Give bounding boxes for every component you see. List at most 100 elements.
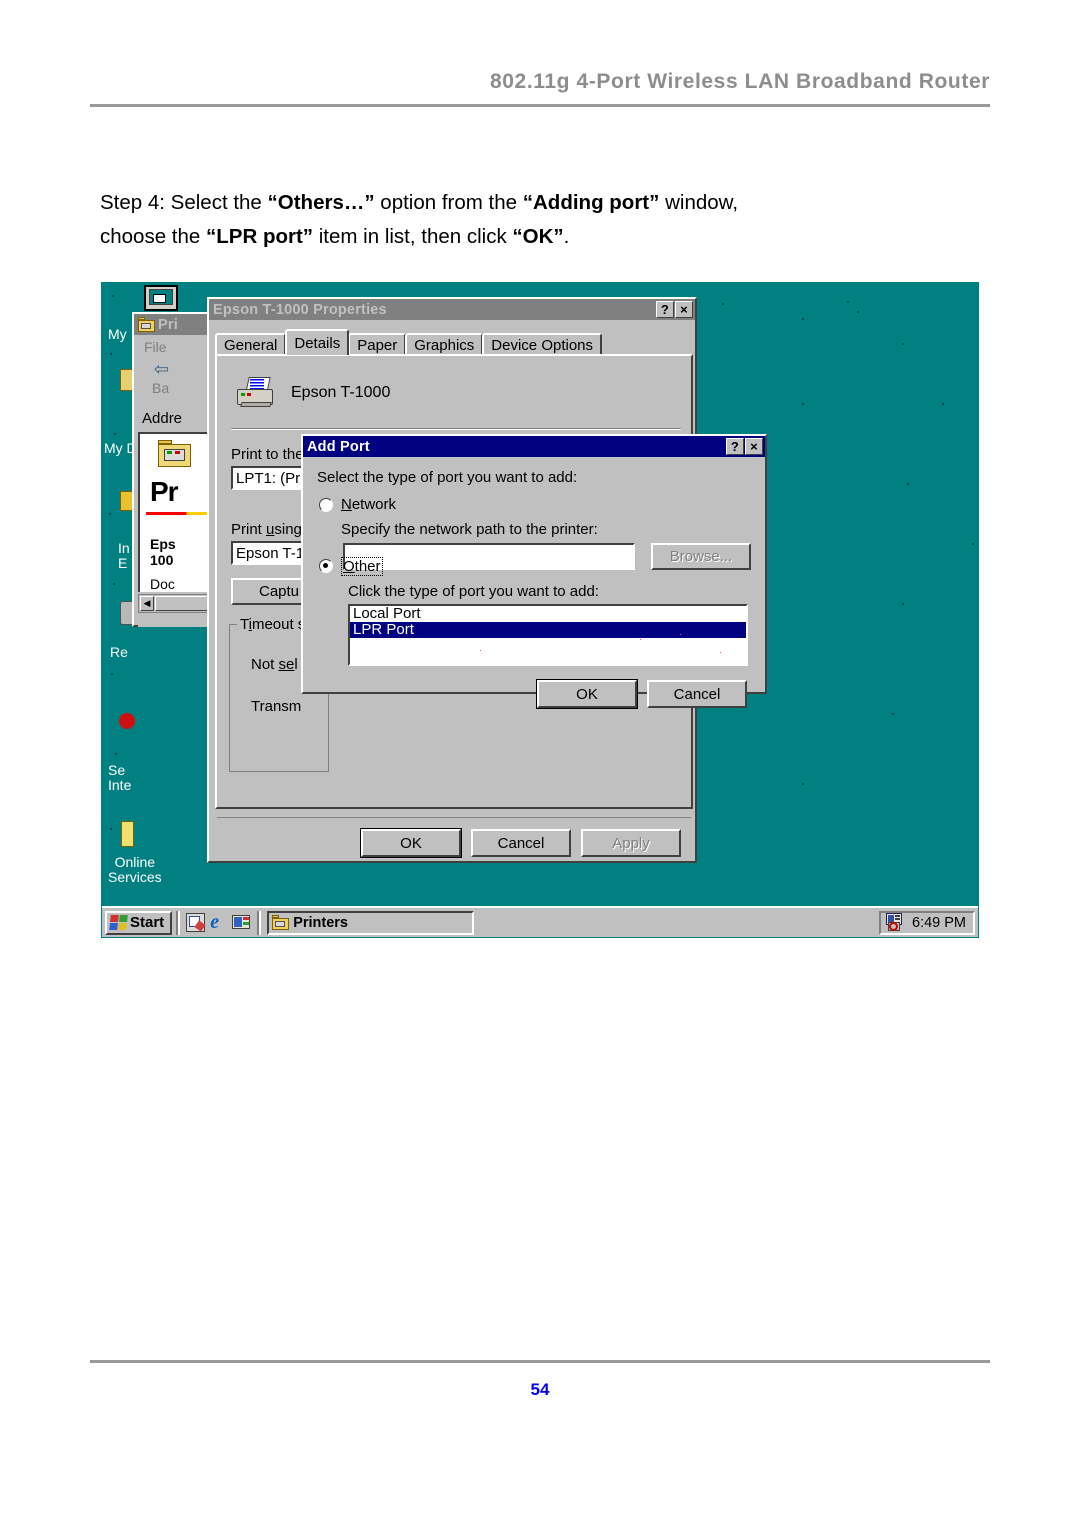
desktop-speckle xyxy=(114,433,116,435)
help-icon[interactable]: ? xyxy=(656,301,674,318)
printers-detail-line2: 100 xyxy=(150,552,174,568)
desktop-speckle xyxy=(112,295,114,297)
my-computer-icon[interactable] xyxy=(144,285,180,315)
properties-apply-label: Apply xyxy=(612,834,650,852)
tab-device-options[interactable]: Device Options xyxy=(482,333,603,355)
desktop-speckle xyxy=(857,311,859,313)
add-port-cancel-label: Cancel xyxy=(673,685,721,703)
step-line1-mid: option from the xyxy=(374,191,523,214)
printer-tray-icon[interactable] xyxy=(885,913,905,932)
capture-button-label: Captu xyxy=(258,583,300,600)
add-port-dialog[interactable]: Add Port ? × Select the type of port you… xyxy=(301,434,767,709)
add-port-ok-label: OK xyxy=(576,685,598,703)
taskbar-button-label: Printers xyxy=(293,914,348,931)
desktop-speckle xyxy=(942,403,944,405)
radio-network-label: Network xyxy=(341,496,397,513)
network-path-input[interactable] xyxy=(343,543,635,570)
desktop-speckle xyxy=(802,318,804,320)
step-line1-post: window, xyxy=(659,191,739,214)
footer-rule xyxy=(90,1360,990,1363)
step-line2-bold-ok: “OK” xyxy=(512,225,564,248)
tab-paper[interactable]: Paper xyxy=(348,333,407,355)
radio-other-dot xyxy=(323,563,328,568)
printers-heading: Pr xyxy=(150,476,179,507)
desktop-speckle xyxy=(722,303,724,305)
printers-detail-line1: Eps xyxy=(150,536,176,552)
properties-tabstrip[interactable]: General Details Paper Graphics Device Op… xyxy=(215,329,603,355)
printers-detail-docs: Doc 0 xyxy=(150,576,175,592)
step-line1-bold-addingport: “Adding port” xyxy=(522,191,660,214)
desktop-speckle xyxy=(115,753,117,755)
quick-launch-bar[interactable]: e xyxy=(184,912,253,932)
setup-internet-icon[interactable] xyxy=(119,713,135,729)
list-item-local-port[interactable]: Local Port xyxy=(350,606,746,622)
network-path-label: Specify the network path to the printer: xyxy=(341,521,598,538)
taskbar-clock[interactable]: 6:49 PM xyxy=(912,915,966,931)
timeout-group-label: Timeout s xyxy=(237,616,309,633)
back-button-label[interactable]: Ba xyxy=(152,380,169,396)
properties-ok-button[interactable]: OK xyxy=(360,828,462,858)
step-line2-post: . xyxy=(563,225,570,248)
printer-icon xyxy=(235,376,277,408)
properties-apply-button[interactable]: Apply xyxy=(581,829,681,857)
properties-titlebar[interactable]: Epson T-1000 Properties ? × xyxy=(209,299,695,320)
desktop-icon-label-recycle-bin: Re xyxy=(110,644,128,660)
system-tray[interactable]: 6:49 PM xyxy=(879,910,975,935)
add-port-cancel-button[interactable]: Cancel xyxy=(647,680,747,708)
timeout-not-selected-label: Not sel xyxy=(251,656,298,673)
show-desktop-icon[interactable] xyxy=(186,913,206,932)
desktop-icon-label-online-services: Online Services xyxy=(108,854,162,885)
address-label-text: Addre xyxy=(142,409,183,427)
printers-detail-line3: Doc xyxy=(150,576,175,592)
desktop-speckle xyxy=(972,543,974,545)
taskbar-separator-2 xyxy=(257,910,262,935)
step-line2-bold-lprport: “LPR port” xyxy=(206,225,314,248)
desktop-icon-label-my-computer: My xyxy=(108,326,127,342)
taskbar[interactable]: Start e Printers 6:49 PM xyxy=(102,906,978,937)
print-to-label: Print to the xyxy=(231,446,304,463)
header-rule xyxy=(90,104,990,107)
properties-footer-separator xyxy=(217,817,691,818)
desktop-speckle xyxy=(892,713,894,715)
add-port-titlebar[interactable]: Add Port ? × xyxy=(303,436,765,457)
print-using-label: Print using xyxy=(231,521,302,538)
radio-other[interactable] xyxy=(319,559,333,573)
add-port-prompt: Select the type of port you want to add: xyxy=(317,469,578,486)
properties-cancel-label: Cancel xyxy=(497,834,545,852)
step-line2-mid: item in list, then click xyxy=(313,225,513,248)
tab-general[interactable]: General xyxy=(215,333,287,355)
browse-button[interactable]: Browse... xyxy=(651,543,751,570)
printers-folder-icon xyxy=(138,317,155,332)
close-icon[interactable]: × xyxy=(745,438,763,455)
close-icon[interactable]: × xyxy=(675,301,693,318)
internet-explorer-icon[interactable]: e xyxy=(209,912,228,932)
taskbar-button-printers[interactable]: Printers xyxy=(267,910,475,935)
desktop-speckle xyxy=(109,513,111,515)
page-number: 54 xyxy=(530,1380,550,1399)
printers-folder-large-icon xyxy=(158,440,192,468)
outlook-express-icon[interactable] xyxy=(232,913,251,932)
tab-details[interactable]: Details xyxy=(285,329,350,355)
browse-button-label: Browse... xyxy=(669,548,733,565)
scroll-left-arrow-icon[interactable]: ◀ xyxy=(140,596,154,611)
document-page: 802.11g 4-Port Wireless LAN Broadband Ro… xyxy=(0,0,1080,1528)
radio-network[interactable] xyxy=(319,498,333,512)
menu-file[interactable]: File xyxy=(144,339,167,355)
step-line2-pre: choose the xyxy=(100,225,206,248)
tab-graphics[interactable]: Graphics xyxy=(405,333,484,355)
properties-cancel-button[interactable]: Cancel xyxy=(471,829,571,857)
add-port-ok-button[interactable]: OK xyxy=(536,679,638,709)
desktop-speckle xyxy=(113,583,115,585)
printers-folder-icon xyxy=(272,915,290,930)
desktop-speckle xyxy=(902,343,904,345)
desktop-speckle xyxy=(111,673,113,675)
help-icon[interactable]: ? xyxy=(726,438,744,455)
port-type-listbox[interactable]: Local Port LPR Port xyxy=(348,604,748,666)
back-arrow-icon[interactable]: ⇦ xyxy=(154,360,176,378)
step-instruction: Step 4: Select the “Others…” option from… xyxy=(100,186,930,254)
properties-window-title: Epson T-1000 Properties xyxy=(213,301,387,318)
online-services-folder-icon[interactable] xyxy=(121,821,134,847)
list-item-lpr-port[interactable]: LPR Port xyxy=(350,622,746,638)
taskbar-separator-1 xyxy=(176,910,181,935)
start-button[interactable]: Start xyxy=(105,910,173,935)
